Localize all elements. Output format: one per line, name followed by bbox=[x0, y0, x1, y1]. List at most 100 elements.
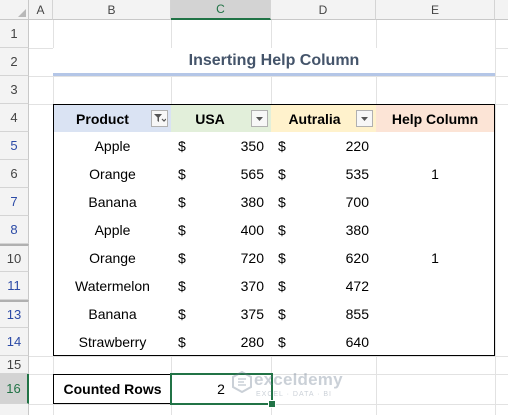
currency-symbol: $ bbox=[278, 306, 286, 322]
cell-help[interactable] bbox=[376, 188, 495, 217]
cell-usa[interactable]: $400 bbox=[171, 216, 272, 245]
header-help-column[interactable]: Help Column bbox=[376, 104, 495, 133]
cell-product[interactable]: Apple bbox=[53, 132, 172, 161]
currency-symbol: $ bbox=[278, 333, 286, 350]
row-header-15[interactable]: 15 bbox=[0, 356, 29, 374]
select-all-icon bbox=[18, 9, 26, 17]
cell-australia[interactable]: $220 bbox=[271, 132, 377, 161]
row-header-3[interactable]: 3 bbox=[0, 76, 29, 104]
column-header-d[interactable]: D bbox=[271, 0, 376, 20]
cell-help[interactable] bbox=[376, 272, 495, 301]
row-header-2[interactable]: 2 bbox=[0, 48, 29, 76]
cell-value: 350 bbox=[240, 138, 264, 154]
header-help-label: Help Column bbox=[391, 110, 479, 127]
row-header-4[interactable]: 4 bbox=[0, 104, 29, 132]
filter-dropdown-icon[interactable] bbox=[251, 110, 268, 127]
cell-value: 380 bbox=[240, 194, 264, 210]
filter-active-icon[interactable] bbox=[151, 110, 168, 127]
column-header-b[interactable]: B bbox=[53, 0, 171, 20]
cell-value: 855 bbox=[345, 306, 369, 322]
cell-product[interactable]: Banana bbox=[53, 300, 172, 329]
cell-help[interactable] bbox=[376, 216, 495, 245]
cell-value: 380 bbox=[345, 222, 369, 238]
currency-symbol: $ bbox=[278, 138, 286, 154]
cell-help[interactable] bbox=[376, 300, 495, 329]
row-header-11[interactable]: 11 bbox=[0, 272, 29, 300]
currency-symbol: $ bbox=[178, 306, 186, 322]
cell-australia[interactable]: $855 bbox=[271, 300, 377, 329]
watermark-name: exceldemy bbox=[254, 370, 343, 389]
cell-value: 720 bbox=[240, 250, 264, 266]
cell-australia[interactable]: $700 bbox=[271, 188, 377, 217]
watermark-tagline: EXCEL · DATA · BI bbox=[256, 391, 332, 398]
currency-symbol: $ bbox=[178, 194, 186, 210]
cell-value: 565 bbox=[240, 166, 264, 182]
row-header-17[interactable] bbox=[0, 404, 29, 415]
counted-rows-label[interactable]: Counted Rows bbox=[53, 374, 172, 404]
filter-dropdown-icon[interactable] bbox=[356, 110, 373, 127]
row-header-13[interactable]: 13 bbox=[0, 300, 29, 328]
cell-product[interactable]: Apple bbox=[53, 216, 172, 245]
cell-product[interactable]: Orange bbox=[53, 244, 172, 273]
cell-product[interactable]: Watermelon bbox=[53, 272, 172, 301]
cell-help[interactable] bbox=[376, 328, 495, 356]
exceldemy-logo-icon bbox=[232, 371, 252, 393]
cell-value: 472 bbox=[345, 278, 369, 294]
cell-usa[interactable]: $280 bbox=[171, 328, 272, 356]
cell-australia[interactable]: $535 bbox=[271, 160, 377, 189]
cell-usa[interactable]: $350 bbox=[171, 132, 272, 161]
header-usa-label: USA bbox=[195, 110, 225, 127]
cell-usa[interactable]: $375 bbox=[171, 300, 272, 329]
currency-symbol: $ bbox=[278, 166, 286, 182]
currency-symbol: $ bbox=[178, 138, 186, 154]
cell-usa[interactable]: $565 bbox=[171, 160, 272, 189]
row-header-8[interactable]: 8 bbox=[0, 216, 29, 244]
header-product[interactable]: Product bbox=[53, 104, 172, 133]
cell-usa[interactable]: $380 bbox=[171, 188, 272, 217]
sheet-title[interactable]: Inserting Help Column bbox=[53, 48, 495, 76]
cell-value: 370 bbox=[240, 278, 264, 294]
cell-help[interactable]: 1 bbox=[376, 160, 495, 189]
cell-value: 220 bbox=[345, 138, 369, 154]
cell-help[interactable]: 1 bbox=[376, 244, 495, 273]
cell-value: 620 bbox=[345, 250, 369, 266]
cell-product[interactable]: Strawberry bbox=[53, 328, 172, 356]
cell-usa[interactable]: $720 bbox=[171, 244, 272, 273]
cell-australia[interactable]: $472 bbox=[271, 272, 377, 301]
row-header-5[interactable]: 5 bbox=[0, 132, 29, 160]
cell-value: 400 bbox=[240, 222, 264, 238]
cell-value: 535 bbox=[345, 166, 369, 182]
select-all-corner[interactable] bbox=[0, 0, 29, 20]
column-header-a[interactable]: A bbox=[29, 0, 53, 20]
cell-australia[interactable]: $620 bbox=[271, 244, 377, 273]
cell-usa[interactable]: $370 bbox=[171, 272, 272, 301]
row-header-1[interactable]: 1 bbox=[0, 20, 29, 48]
cell-product[interactable]: Banana bbox=[53, 188, 172, 217]
watermark: exceldemy EXCEL · DATA · BI bbox=[232, 369, 352, 405]
column-header-c[interactable]: C bbox=[171, 0, 271, 20]
cell-australia[interactable]: $640 bbox=[271, 328, 377, 356]
spreadsheet: A B C D E 1 2 3 4 5 6 7 8 10 11 13 14 15… bbox=[0, 0, 508, 415]
gridline bbox=[29, 76, 508, 77]
row-header-6[interactable]: 6 bbox=[0, 160, 29, 188]
gridline bbox=[29, 356, 508, 357]
header-usa[interactable]: USA bbox=[171, 104, 272, 133]
currency-symbol: $ bbox=[278, 250, 286, 266]
currency-symbol: $ bbox=[278, 278, 286, 294]
currency-symbol: $ bbox=[178, 278, 186, 294]
header-australia[interactable]: Autralia bbox=[271, 104, 377, 133]
row-header-14[interactable]: 14 bbox=[0, 328, 29, 356]
cell-help[interactable] bbox=[376, 132, 495, 161]
row-header-16[interactable]: 16 bbox=[0, 374, 29, 404]
row-header-7[interactable]: 7 bbox=[0, 188, 29, 216]
currency-symbol: $ bbox=[278, 222, 286, 238]
cell-value: 375 bbox=[240, 306, 264, 322]
cell-value: 700 bbox=[345, 194, 369, 210]
column-header-next[interactable] bbox=[495, 0, 508, 20]
header-australia-label: Autralia bbox=[288, 110, 341, 127]
cell-product[interactable]: Orange bbox=[53, 160, 172, 189]
column-header-e[interactable]: E bbox=[376, 0, 495, 20]
currency-symbol: $ bbox=[178, 166, 186, 182]
row-header-10[interactable]: 10 bbox=[0, 244, 29, 272]
cell-australia[interactable]: $380 bbox=[271, 216, 377, 245]
